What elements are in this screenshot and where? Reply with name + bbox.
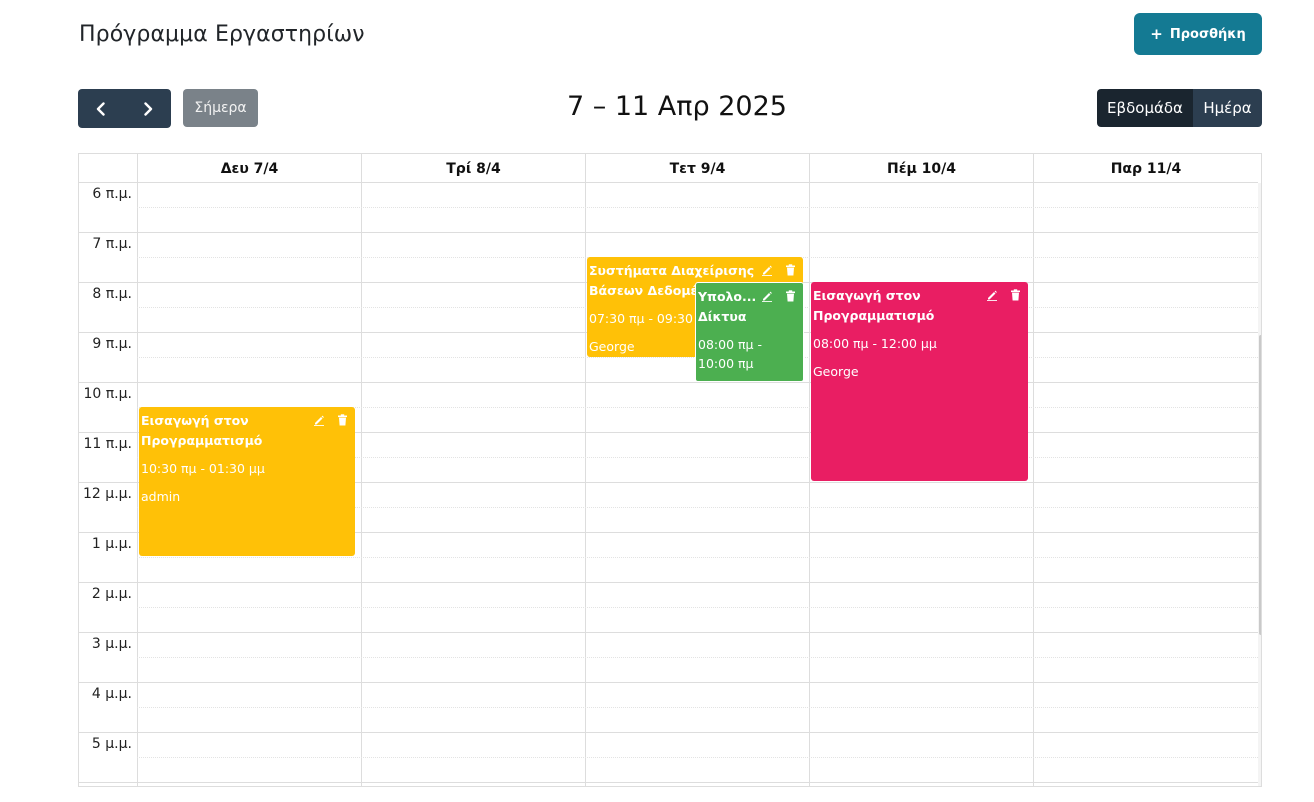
half-hour-line [137, 557, 1258, 558]
week-calendar: Δευ 7/4 Τρί 8/4 Τετ 9/4 Πέμ 10/4 Παρ 11/… [78, 153, 1262, 787]
day-header-wed[interactable]: Τετ 9/4 [585, 154, 809, 183]
calendar-event[interactable]: Υπολο... Δίκτυα 08:00 πμ - 10:00 πμ [695, 282, 804, 382]
chevron-left-icon [96, 101, 105, 116]
trash-icon[interactable] [1008, 288, 1022, 302]
calendar-header: Δευ 7/4 Τρί 8/4 Τετ 9/4 Πέμ 10/4 Παρ 11/… [79, 154, 1258, 183]
time-label: 9 π.μ. [92, 336, 132, 352]
half-hour-line [137, 207, 1258, 208]
calendar-event[interactable]: Εισαγωγή στον Προγραμματισμό 08:00 πμ - … [811, 282, 1028, 481]
prev-week-button[interactable] [78, 89, 124, 128]
time-label: 7 π.μ. [92, 236, 132, 252]
time-label: 8 π.μ. [92, 286, 132, 302]
day-header-fri[interactable]: Παρ 11/4 [1033, 154, 1258, 183]
date-range-title: 7 – 11 Απρ 2025 [567, 91, 787, 122]
column-divider [585, 183, 586, 786]
day-header-tue[interactable]: Τρί 8/4 [361, 154, 585, 183]
half-hour-line [137, 757, 1258, 758]
pencil-icon[interactable] [985, 288, 999, 302]
pencil-icon[interactable] [760, 263, 774, 277]
hour-line [79, 582, 1258, 583]
event-time: 08:00 πμ - 10:00 πμ [698, 337, 762, 371]
add-button-label: Προσθήκη [1169, 26, 1246, 42]
chevron-right-icon [143, 101, 152, 116]
day-header-thu[interactable]: Πέμ 10/4 [809, 154, 1033, 183]
week-view-button[interactable]: Εβδομάδα [1097, 89, 1193, 127]
page-title: Πρόγραμμα Εργαστηρίων [79, 22, 365, 47]
hour-line [79, 232, 1258, 233]
time-label: 10 π.μ. [83, 386, 132, 402]
trash-icon[interactable] [783, 289, 797, 303]
event-time: 08:00 πμ - 12:00 μμ [813, 336, 937, 351]
event-title: Υπολο... Δίκτυα [698, 289, 757, 324]
column-divider [361, 183, 362, 786]
trash-icon[interactable] [783, 263, 797, 277]
vertical-scrollbar[interactable] [1258, 183, 1261, 786]
half-hour-line [137, 657, 1258, 658]
event-time: 10:30 πμ - 01:30 μμ [141, 461, 265, 476]
add-button[interactable]: + Προσθήκη [1134, 13, 1262, 55]
hour-line [79, 732, 1258, 733]
column-divider [1033, 183, 1034, 786]
time-label: 3 μ.μ. [91, 636, 132, 652]
time-label: 1 μ.μ. [91, 536, 132, 552]
today-button[interactable]: Σήμερα [183, 89, 258, 127]
hour-line [79, 382, 1258, 383]
half-hour-line [137, 607, 1258, 608]
time-label: 6 π.μ. [92, 186, 132, 202]
next-week-button[interactable] [124, 89, 171, 128]
view-switcher: Εβδομάδα Ημέρα [1097, 89, 1262, 127]
event-user: George [813, 364, 859, 379]
half-hour-line [137, 707, 1258, 708]
column-divider [809, 183, 810, 786]
day-header-mon[interactable]: Δευ 7/4 [137, 154, 361, 183]
plus-icon: + [1150, 25, 1163, 43]
hour-line [79, 682, 1258, 683]
time-grid[interactable]: 6 π.μ. 7 π.μ. 8 π.μ. 9 π.μ. 10 π.μ. 11 π… [79, 183, 1258, 786]
hour-line [79, 632, 1258, 633]
time-label: 12 μ.μ. [83, 486, 132, 502]
scrollbar-thumb[interactable] [1259, 335, 1261, 635]
time-label: 4 μ.μ. [91, 686, 132, 702]
time-label: 2 μ.μ. [91, 586, 132, 602]
pencil-icon[interactable] [760, 289, 774, 303]
nav-button-group [78, 89, 171, 128]
trash-icon[interactable] [335, 413, 349, 427]
time-label: 5 μ.μ. [91, 736, 132, 752]
column-divider [137, 183, 138, 786]
day-view-button[interactable]: Ημέρα [1193, 89, 1262, 127]
hour-line [79, 782, 1258, 783]
time-label: 11 π.μ. [83, 436, 132, 452]
event-user: admin [141, 489, 181, 504]
pencil-icon[interactable] [312, 413, 326, 427]
calendar-event[interactable]: Εισαγωγή στον Προγραμματισμό 10:30 πμ - … [139, 407, 355, 556]
